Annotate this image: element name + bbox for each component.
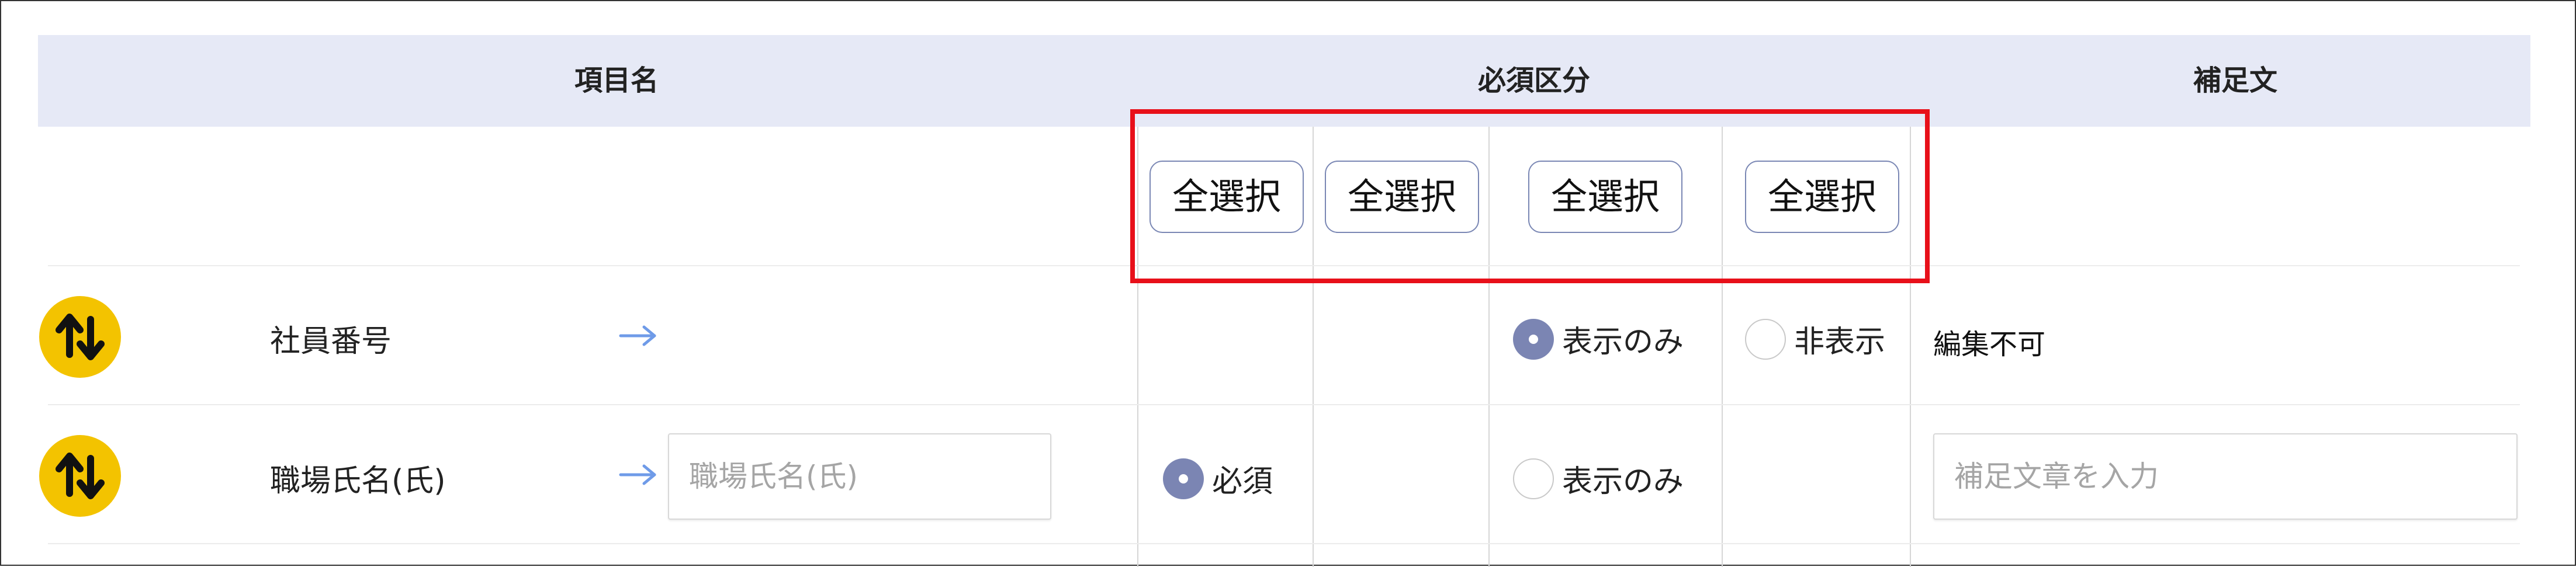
radio-label: 必須 bbox=[1212, 464, 1273, 499]
select-all-button-2[interactable]: 全選択 bbox=[1325, 161, 1479, 233]
radio-unchecked-indicator[interactable] bbox=[1513, 458, 1554, 499]
column-divider bbox=[1313, 127, 1314, 567]
supplement-input-field[interactable] bbox=[1934, 434, 2516, 519]
row-label: 職場氏名(氏) bbox=[270, 464, 446, 499]
radio-display-only[interactable]: 表示のみ bbox=[1513, 317, 1684, 361]
sort-up-down-icon[interactable] bbox=[39, 435, 121, 517]
arrow-right-icon bbox=[619, 325, 656, 346]
supplement-text: 編集不可 bbox=[1933, 328, 2046, 361]
header-supplement: 補足文 bbox=[2193, 64, 2277, 97]
radio-required[interactable]: 必須 bbox=[1163, 457, 1273, 500]
radio-label: 表示のみ bbox=[1562, 464, 1684, 499]
row-separator bbox=[48, 265, 2520, 266]
select-all-button-display-only[interactable]: 全選択 bbox=[1528, 161, 1682, 233]
header-item-name: 項目名 bbox=[574, 64, 659, 97]
sort-up-down-icon[interactable] bbox=[39, 296, 121, 378]
radio-unchecked-indicator[interactable] bbox=[1745, 318, 1786, 360]
select-all-button-required[interactable]: 全選択 bbox=[1149, 161, 1304, 233]
header-required-category: 必須区分 bbox=[1477, 64, 1590, 97]
supplement-input[interactable] bbox=[1933, 433, 2518, 520]
column-divider bbox=[1910, 127, 1911, 567]
table-frame: 項目名 必須区分 補足文 全選択 全選択 全選択 全選択 社員番号 表示のみ 非… bbox=[0, 0, 2576, 567]
radio-display-only[interactable]: 表示のみ bbox=[1513, 457, 1684, 500]
row-label: 社員番号 bbox=[270, 324, 392, 359]
field-name-input[interactable] bbox=[668, 433, 1051, 520]
column-divider bbox=[1488, 127, 1490, 567]
radio-checked-indicator[interactable] bbox=[1513, 318, 1554, 360]
radio-hidden[interactable]: 非表示 bbox=[1745, 317, 1885, 361]
field-name-input-field[interactable] bbox=[669, 434, 1050, 519]
table-header: 項目名 必須区分 補足文 bbox=[38, 35, 2530, 127]
column-divider bbox=[1137, 127, 1138, 567]
column-divider bbox=[1722, 127, 1723, 567]
radio-label: 表示のみ bbox=[1562, 325, 1684, 360]
select-all-button-hidden[interactable]: 全選択 bbox=[1745, 161, 1899, 233]
row-separator bbox=[48, 543, 2520, 544]
radio-label: 非表示 bbox=[1794, 325, 1886, 360]
arrow-right-icon bbox=[619, 464, 656, 485]
row-separator bbox=[48, 404, 2520, 405]
radio-checked-indicator[interactable] bbox=[1163, 458, 1204, 499]
